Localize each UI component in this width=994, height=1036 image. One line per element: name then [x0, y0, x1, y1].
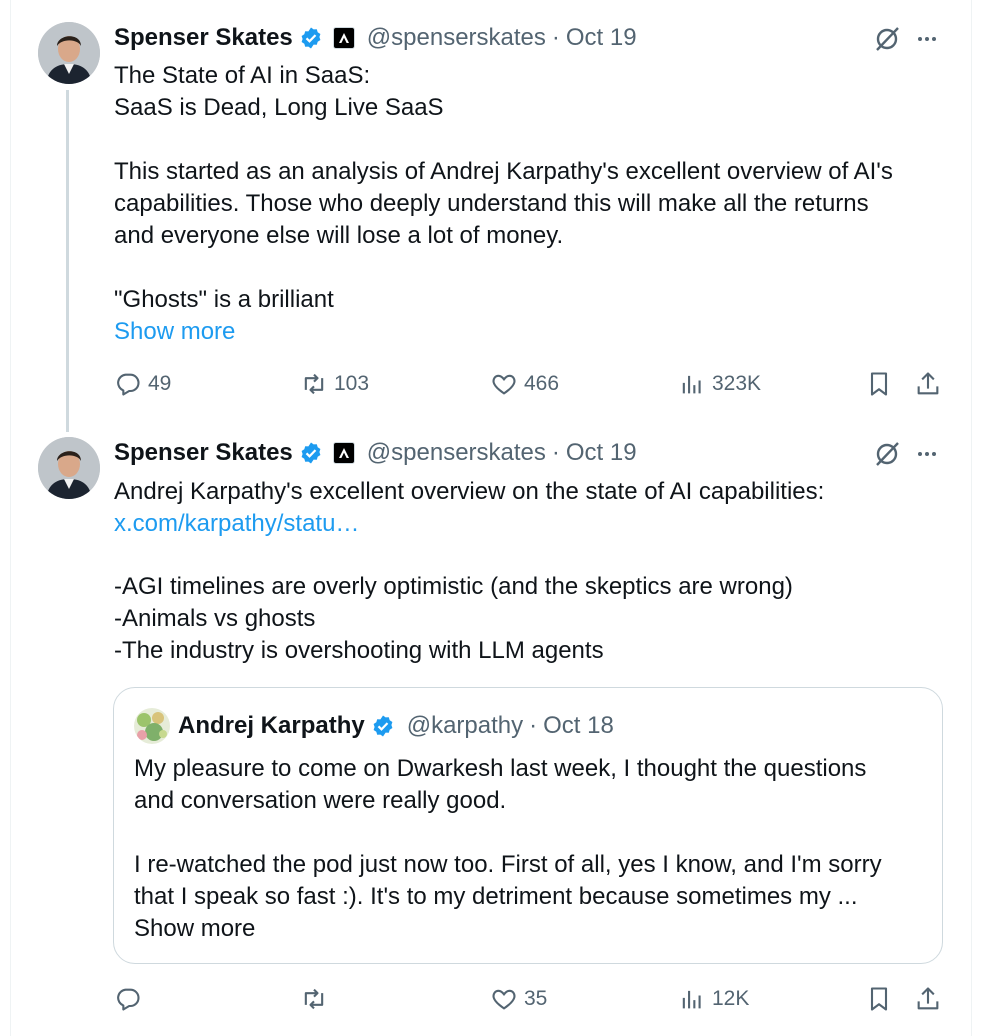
bookmark-icon: [870, 987, 888, 1011]
views-button[interactable]: 12K: [678, 984, 749, 1014]
avatar[interactable]: [38, 22, 100, 84]
views-button[interactable]: 323K: [678, 369, 761, 399]
avatar[interactable]: [38, 437, 100, 499]
tweet-text-line: The State of AI in SaaS:: [114, 62, 371, 89]
reply-icon: [117, 988, 140, 1011]
more-icon[interactable]: [912, 439, 942, 469]
share-icon: [917, 372, 939, 395]
like-icon: [492, 374, 516, 395]
share-button[interactable]: [914, 369, 942, 399]
repost-icon: [304, 373, 324, 395]
affiliate-badge-icon[interactable]: [332, 27, 355, 49]
tweet-text-line: Andrej Karpathy's excellent overview on …: [114, 478, 825, 505]
repost-count: 103: [334, 372, 370, 395]
quoted-tweet[interactable]: Andrej Karpathy @karpathy · Oct 18 My pl…: [113, 687, 943, 964]
grok-icon[interactable]: [872, 24, 902, 54]
tweet-date[interactable]: Oct 19: [566, 439, 637, 467]
reply-count: 49: [148, 372, 172, 395]
reply-icon: [117, 373, 140, 396]
quote-text-line: My pleasure to come on Dwarkesh last wee…: [134, 755, 867, 782]
quote-author-name: Andrej Karpathy: [178, 712, 365, 739]
verified-badge-icon[interactable]: [299, 441, 323, 465]
quote-text-line: that I speak so fast :). It's to my detr…: [134, 883, 858, 910]
views-count: 323K: [712, 372, 762, 395]
share-icon: [917, 987, 939, 1010]
thread-line: [66, 90, 69, 432]
quote-avatar[interactable]: [134, 708, 170, 744]
quote-date: Oct 18: [543, 712, 614, 739]
tweet-date[interactable]: Oct 19: [566, 24, 637, 52]
quote-text-line: I re-watched the pod just now too. First…: [134, 851, 882, 878]
repost-button[interactable]: [300, 984, 334, 1014]
verified-badge-icon: [371, 714, 395, 738]
quote-text-line: and conversation were really good.: [134, 787, 507, 814]
tweet-text-line: -The industry is overshooting with LLM a…: [114, 637, 604, 664]
like-icon: [492, 989, 516, 1010]
show-more-link[interactable]: Show more: [114, 316, 235, 348]
separator: ·: [529, 712, 538, 739]
share-button[interactable]: [914, 984, 942, 1014]
views-icon: [682, 990, 701, 1009]
tweet-text-line: -Animals vs ghosts: [114, 605, 316, 632]
author-handle[interactable]: @spenserskates: [367, 439, 546, 467]
reply-button[interactable]: 49: [114, 369, 171, 399]
bookmark-button[interactable]: [865, 984, 893, 1014]
repost-button[interactable]: 103: [300, 369, 369, 399]
separator: ·: [551, 439, 560, 466]
views-icon: [682, 375, 701, 394]
bookmark-icon: [870, 372, 888, 396]
reply-button[interactable]: [114, 984, 148, 1014]
tweet-text-line: This started as an analysis of Andrej Ka…: [114, 158, 893, 185]
like-count: 35: [524, 987, 548, 1010]
author-name[interactable]: Spenser Skates: [114, 439, 293, 467]
tweet-text-line: "Ghosts" is a brilliant: [114, 286, 334, 313]
views-count: 12K: [712, 987, 750, 1010]
tweet-header: Spenser Skates @spenserskates · Oct 19: [114, 438, 637, 468]
tweet-text-line: -AGI timelines are overly optimistic (an…: [114, 573, 793, 600]
tweet-link[interactable]: x.com/karpathy/statu…: [114, 508, 359, 540]
author-name[interactable]: Spenser Skates: [114, 24, 293, 52]
separator: ·: [551, 24, 560, 51]
tweet-text-line: and everyone else will lose a lot of mon…: [114, 222, 564, 249]
tweet-header: Spenser Skates @spenserskates · Oct 19: [114, 23, 637, 53]
show-more-link[interactable]: Show more: [134, 913, 255, 945]
like-button[interactable]: 466: [490, 369, 559, 399]
like-button[interactable]: 35: [490, 984, 547, 1014]
author-handle[interactable]: @spenserskates: [367, 24, 546, 52]
like-count: 466: [524, 372, 560, 395]
repost-icon: [304, 988, 324, 1010]
quote-header: Andrej Karpathy @karpathy · Oct 18: [178, 711, 614, 741]
grok-icon[interactable]: [872, 439, 902, 469]
affiliate-badge-icon[interactable]: [332, 442, 355, 464]
tweet-text-line: capabilities. Those who deeply understan…: [114, 190, 869, 217]
tweet-text-line: SaaS is Dead, Long Live SaaS: [114, 94, 444, 121]
bookmark-button[interactable]: [865, 369, 893, 399]
quote-author-handle: @karpathy: [406, 712, 524, 739]
more-icon[interactable]: [912, 24, 942, 54]
verified-badge-icon[interactable]: [299, 26, 323, 50]
